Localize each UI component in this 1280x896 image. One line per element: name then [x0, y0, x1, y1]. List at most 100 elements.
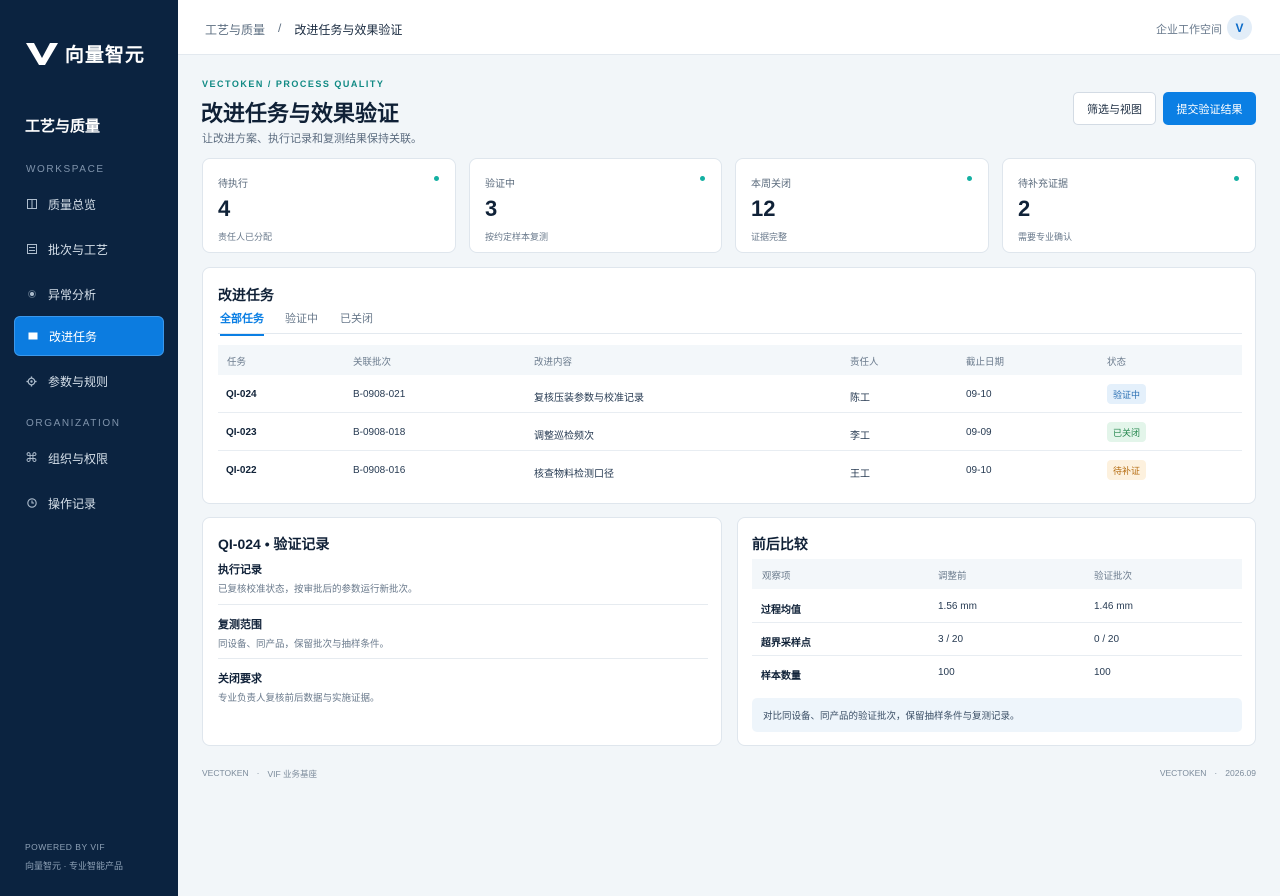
column-header: 观察项 [762, 571, 791, 582]
sidebar-item-params-rules[interactable]: 参数与规则 [14, 361, 164, 401]
record-card-title: QI-024 • 验证记录 [218, 536, 330, 552]
comparison-item: 超界采样点 [761, 638, 811, 649]
stat-note: 证据完整 [751, 232, 788, 242]
submit-verification-button[interactable]: 提交验证结果 [1163, 92, 1256, 125]
column-header: 调整前 [938, 571, 967, 582]
sidebar-item-quality-overview[interactable]: 质量总览 [14, 184, 164, 224]
column-header: 状态 [1107, 357, 1127, 368]
task-id[interactable]: QI-024 [226, 389, 257, 400]
page-eyebrow: VECTOKEN / PROCESS QUALITY [202, 79, 385, 89]
sidebar-item-label: 异常分析 [48, 287, 97, 302]
stat-note: 需要专业确认 [1018, 232, 1073, 242]
tab-all-tasks[interactable]: 全部任务 [220, 310, 264, 336]
footer-brand: VECTOKEN [1159, 768, 1207, 778]
column-header: 任务 [227, 357, 247, 368]
filter-view-button[interactable]: 筛选与视图 [1073, 92, 1156, 125]
brand-logo[interactable]: 向量智元 [25, 40, 145, 67]
task-content: 调整巡检频次 [534, 431, 594, 442]
footer-separator: · [1214, 768, 1218, 778]
record-section-text: 专业负责人复核前后数据与实施证据。 [218, 693, 380, 704]
status-badge: 已关闭 [1107, 422, 1147, 442]
breadcrumb-separator: / [278, 21, 282, 35]
page-title: 改进任务与效果验证 [201, 101, 400, 126]
tab-verifying[interactable]: 验证中 [285, 310, 318, 334]
comparison-table-header: 观察项 调整前 验证批次 [752, 559, 1242, 589]
comparison-item: 样本数量 [761, 671, 801, 682]
sidebar-item-label: 参数与规则 [48, 374, 109, 389]
tasks-table-header: 任务 关联批次 改进内容 责任人 截止日期 状态 [218, 345, 1242, 375]
table-row: 样本数量 100 100 [752, 656, 1242, 689]
task-content: 核查物料检测口径 [534, 469, 614, 480]
brand-logo-mark-icon [26, 42, 58, 65]
tab-closed[interactable]: 已关闭 [340, 310, 373, 334]
comparison-note: 对比同设备、同产品的验证批次，保留抽样条件与复测记录。 [752, 698, 1242, 732]
footer-version: 2026.09 [1225, 768, 1256, 778]
sidebar-item-anomaly-analysis[interactable]: 异常分析 [14, 274, 164, 314]
gear-icon [26, 375, 37, 387]
tasks-card-title: 改进任务 [218, 287, 274, 303]
record-section-heading: 关闭要求 [218, 673, 262, 685]
comparison-after: 100 [1094, 667, 1111, 678]
powered-by: POWERED BY VIF [25, 842, 106, 852]
column-header: 责任人 [850, 357, 879, 368]
verification-record-card: QI-024 • 验证记录 执行记录 已复核校准状态，按审批后的参数运行新批次。… [202, 517, 722, 746]
task-batch: B-0908-021 [353, 389, 406, 400]
task-tabs: 全部任务 验证中 已关闭 [218, 306, 1242, 336]
stat-card-pending: 待执行 4 责任人已分配 [202, 158, 456, 253]
breadcrumb-parent[interactable]: 工艺与质量 [205, 21, 265, 38]
column-header: 验证批次 [1094, 571, 1133, 582]
divider [218, 604, 708, 605]
record-section-text: 同设备、同产品，保留批次与抽样条件。 [218, 639, 390, 650]
footer-right: VECTOKEN · 2026.09 [1160, 768, 1256, 778]
stat-card-closed-this-week: 本周关闭 12 证据完整 [735, 158, 989, 253]
dot-icon [26, 289, 37, 299]
footer-separator: · [256, 768, 260, 778]
stat-card-needs-evidence: 待补充证据 2 需要专业确认 [1002, 158, 1256, 253]
brand-tagline: 向量智元 · 专业智能产品 [25, 861, 123, 871]
task-batch: B-0908-018 [353, 427, 406, 438]
task-due: 09-10 [966, 465, 992, 476]
stat-value: 3 [485, 196, 498, 221]
table-row[interactable]: QI-024 B-0908-021 复核压装参数与校准记录 陈工 09-10 验… [218, 376, 1242, 413]
stat-label: 待执行 [218, 179, 248, 190]
workspace-switcher[interactable]: 企业工作空间 [1156, 21, 1222, 37]
footer-brand: VECTOKEN [202, 768, 249, 778]
record-section-heading: 复测范围 [218, 619, 262, 631]
sidebar-title: 工艺与质量 [25, 118, 101, 135]
task-content: 复核压装参数与校准记录 [534, 393, 644, 404]
task-owner: 王工 [850, 469, 870, 480]
sidebar-item-org-permissions[interactable]: ⌘ 组织与权限 [14, 438, 164, 478]
task-due: 09-10 [966, 389, 992, 400]
stat-value: 2 [1018, 196, 1031, 221]
status-dot-icon [1234, 176, 1239, 181]
record-section-heading: 执行记录 [218, 564, 262, 576]
command-icon: ⌘ [25, 450, 38, 465]
comparison-before: 1.56 mm [938, 601, 977, 612]
column-header: 关联批次 [353, 357, 392, 368]
task-owner: 李工 [850, 431, 870, 442]
task-id[interactable]: QI-022 [226, 465, 257, 476]
table-row[interactable]: QI-023 B-0908-018 调整巡检频次 李工 09-09 已关闭 [218, 414, 1242, 451]
table-row: 过程均值 1.56 mm 1.46 mm [752, 590, 1242, 623]
stat-value: 4 [218, 196, 231, 221]
sidebar: 向量智元 工艺与质量 WORKSPACE 质量总览 批次与工艺 异常分析 改进任… [0, 0, 178, 896]
avatar[interactable]: V [1227, 15, 1252, 40]
stat-label: 本周关闭 [751, 179, 791, 190]
task-id[interactable]: QI-023 [226, 427, 257, 438]
sidebar-item-operation-log[interactable]: 操作记录 [14, 483, 164, 523]
column-header: 改进内容 [534, 357, 573, 368]
task-batch: B-0908-016 [353, 465, 406, 476]
status-dot-icon [434, 176, 439, 181]
sidebar-item-batch-process[interactable]: 批次与工艺 [14, 229, 164, 269]
record-section-text: 已复核校准状态，按审批后的参数运行新批次。 [218, 584, 418, 595]
status-dot-icon [700, 176, 705, 181]
topbar: 工艺与质量 / 改进任务与效果验证 企业工作空间 V [178, 0, 1280, 55]
comparison-before: 3 / 20 [938, 634, 964, 645]
stat-note: 责任人已分配 [218, 232, 273, 242]
columns-icon [26, 199, 37, 209]
divider [218, 658, 708, 659]
sidebar-item-improvement-tasks[interactable]: 改进任务 [14, 316, 164, 356]
section-workspace-label: WORKSPACE [26, 164, 105, 175]
table-row[interactable]: QI-022 B-0908-016 核查物料检测口径 王工 09-10 待补证 [218, 452, 1242, 489]
list-icon [26, 244, 37, 254]
